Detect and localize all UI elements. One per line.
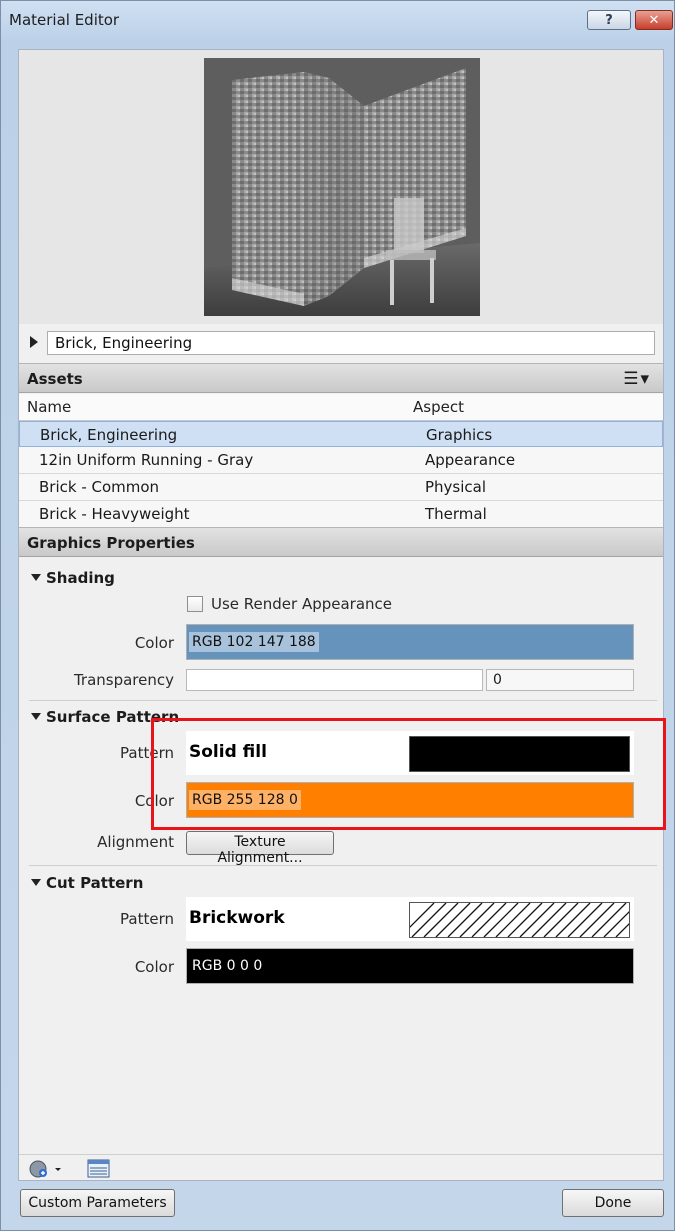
transparency-slider[interactable] [186, 669, 483, 691]
graphics-properties-header[interactable]: Graphics Properties [19, 527, 663, 557]
assets-header[interactable]: Assets ☰▾ [19, 363, 663, 393]
surface-color-swatch[interactable]: RGB 255 128 0 [186, 782, 634, 818]
column-header-name[interactable]: Name [27, 398, 71, 416]
window-title: Material Editor [9, 11, 120, 29]
table-row[interactable]: Brick - Common Physical [19, 474, 663, 501]
title-bar: Material Editor ? ✕ [1, 1, 675, 39]
cut-pattern-selector[interactable]: Brickwork [186, 897, 651, 941]
transparency-label: Transparency [73, 671, 174, 689]
shading-color-label: Color [134, 634, 174, 652]
use-render-appearance-label: Use Render Appearance [211, 595, 393, 613]
collapse-arrow-icon [31, 713, 41, 720]
done-button[interactable]: Done [562, 1189, 664, 1217]
material-name-field[interactable]: Brick, Engineering [47, 331, 655, 355]
use-render-appearance-checkbox[interactable] [187, 596, 203, 612]
surface-pattern-label: Pattern [120, 744, 174, 762]
cut-color-swatch[interactable]: RGB 0 0 0 [186, 948, 634, 984]
cut-pattern-section-toggle[interactable]: Cut Pattern [31, 874, 143, 892]
surface-pattern-name: Solid fill [189, 742, 267, 762]
asset-name: 12in Uniform Running - Gray [39, 451, 254, 469]
list-view-icon[interactable]: ☰▾ [623, 369, 651, 389]
asset-aspect: Thermal [425, 505, 487, 523]
add-asset-icon[interactable] [29, 1159, 63, 1179]
table-header: Name Aspect [19, 394, 663, 421]
expand-arrow-icon[interactable] [30, 336, 38, 348]
table-row[interactable]: Brick, Engineering Graphics [19, 421, 663, 447]
asset-aspect: Graphics [426, 426, 493, 444]
graphics-properties-title: Graphics Properties [27, 534, 195, 552]
editor-panel: Brick, Engineering Assets ☰▾ Name Aspect… [18, 49, 664, 1181]
cut-pattern-name: Brickwork [189, 908, 285, 928]
shading-section-toggle[interactable]: Shading [31, 569, 115, 587]
cut-color-label: Color [134, 958, 174, 976]
preview-area [19, 50, 663, 324]
surface-pattern-title: Surface Pattern [46, 708, 180, 726]
cut-pattern-title: Cut Pattern [46, 874, 144, 892]
solid-fill-swatch [409, 736, 630, 772]
cut-color-value: RGB 0 0 0 [192, 958, 263, 974]
close-button[interactable]: ✕ [635, 10, 673, 30]
alignment-label: Alignment [97, 833, 174, 851]
bottom-toolbar [19, 1154, 663, 1181]
shading-title: Shading [46, 569, 115, 587]
column-header-aspect[interactable]: Aspect [413, 398, 464, 416]
surface-color-label: Color [134, 792, 174, 810]
material-name-row: Brick, Engineering [19, 324, 663, 360]
custom-parameters-button[interactable]: Custom Parameters [20, 1189, 175, 1217]
assets-table: Name Aspect Brick, Engineering Graphics … [19, 394, 663, 528]
asset-name: Brick - Heavyweight [39, 505, 190, 523]
transparency-input[interactable]: 0 [486, 669, 634, 691]
cut-pattern-label: Pattern [120, 910, 174, 928]
surface-pattern-section-toggle[interactable]: Surface Pattern [31, 708, 179, 726]
shading-color-value: RGB 102 147 188 [189, 632, 319, 652]
texture-alignment-button[interactable]: Texture Alignment... [186, 831, 334, 866]
divider [29, 700, 657, 701]
help-button[interactable]: ? [587, 10, 631, 30]
table-row[interactable]: Brick - Heavyweight Thermal [19, 501, 663, 528]
material-editor-window: Material Editor ? ✕ Brick, Engineering A… [0, 0, 675, 1231]
brickwork-hatch-swatch [399, 902, 651, 938]
collapse-arrow-icon [31, 879, 41, 886]
material-preview-image [204, 58, 480, 316]
asset-aspect: Physical [425, 478, 487, 496]
surface-color-value: RGB 255 128 0 [189, 790, 301, 810]
divider [29, 865, 657, 866]
brick-wall-render [204, 58, 480, 316]
shading-color-swatch[interactable]: RGB 102 147 188 [186, 624, 634, 660]
hatch-pattern-icon [399, 902, 651, 938]
asset-aspect: Appearance [425, 451, 516, 469]
collapse-arrow-icon [31, 574, 41, 581]
asset-name: Brick, Engineering [40, 426, 178, 444]
asset-name: Brick - Common [39, 478, 160, 496]
assets-title: Assets [27, 370, 83, 388]
surface-pattern-selector[interactable]: Solid fill [186, 731, 634, 775]
asset-browser-icon[interactable] [87, 1159, 111, 1179]
table-row[interactable]: 12in Uniform Running - Gray Appearance [19, 447, 663, 474]
